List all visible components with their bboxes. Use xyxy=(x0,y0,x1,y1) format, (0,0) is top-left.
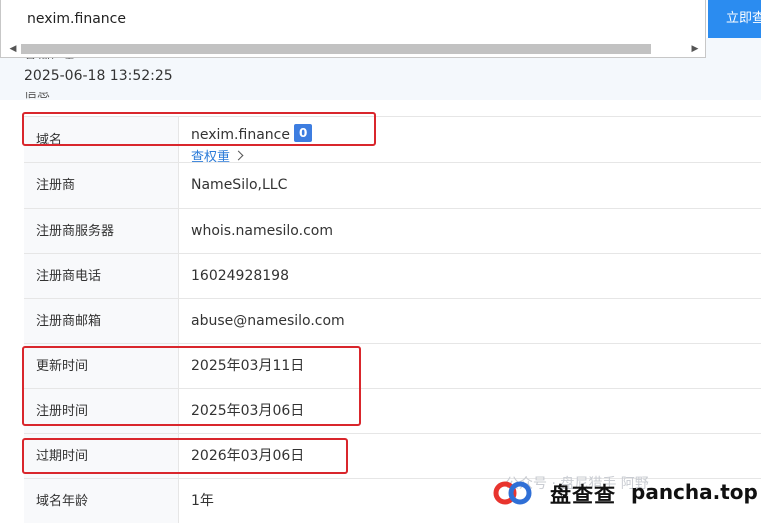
row-value: 2026年03月06日 xyxy=(191,448,305,464)
row-label: 注册商 xyxy=(24,163,179,208)
domain-name: nexim.finance xyxy=(191,127,290,143)
row-value: 16024928198 xyxy=(191,268,289,284)
scrollbar-thumb[interactable] xyxy=(21,44,651,54)
query-time: 2025-06-18 13:52:25 xyxy=(24,68,173,84)
table-row: 注册商电话 16024928198 xyxy=(24,253,761,298)
row-value: whois.namesilo.com xyxy=(191,223,333,239)
table-row: 注册时间 2025年03月06日 xyxy=(24,388,761,433)
table-row: 注册商服务器 whois.namesilo.com xyxy=(24,208,761,253)
row-value: NameSilo,LLC xyxy=(191,177,288,193)
pancha-logo-icon xyxy=(493,481,532,505)
row-value: 1年 xyxy=(191,493,214,509)
scroll-right-icon[interactable]: ▶ xyxy=(689,43,701,55)
chevron-right-icon xyxy=(233,150,244,161)
horizontal-scrollbar[interactable]: ◀ ▶ xyxy=(7,41,701,57)
table-row-domain: 域名 nexim.finance 0 查权重 xyxy=(24,116,761,165)
search-box: ◀ ▶ xyxy=(0,0,706,58)
table-row: 注册商邮箱 abuse@namesilo.com xyxy=(24,298,761,343)
row-value: 2025年03月11日 xyxy=(191,358,305,374)
row-label: 注册商邮箱 xyxy=(24,299,179,343)
info-label: 信息 xyxy=(24,92,51,100)
weight-badge: 0 xyxy=(293,124,313,142)
row-label: 更新时间 xyxy=(24,344,179,388)
search-button[interactable]: 立即查询 xyxy=(708,0,761,38)
watermark-site: pancha.top xyxy=(631,480,758,504)
table-row: 更新时间 2025年03月11日 xyxy=(24,343,761,388)
row-value: abuse@namesilo.com xyxy=(191,313,345,329)
row-label: 域名年龄 xyxy=(24,479,179,523)
search-input[interactable] xyxy=(1,0,691,38)
watermark-brand: 盘查查 xyxy=(550,483,616,507)
row-value: nexim.finance 0 xyxy=(191,124,313,143)
row-label: 注册商服务器 xyxy=(24,209,179,253)
table-row: 注册商 NameSilo,LLC xyxy=(24,162,761,208)
scroll-left-icon[interactable]: ◀ xyxy=(7,43,19,55)
row-label: 注册商电话 xyxy=(24,254,179,298)
row-value: 2025年03月06日 xyxy=(191,403,305,419)
watermark: 盘查查 pancha.top xyxy=(490,472,761,515)
row-label: 注册时间 xyxy=(24,389,179,433)
row-label: 过期时间 xyxy=(24,434,179,478)
row-label: 域名 xyxy=(24,117,179,162)
